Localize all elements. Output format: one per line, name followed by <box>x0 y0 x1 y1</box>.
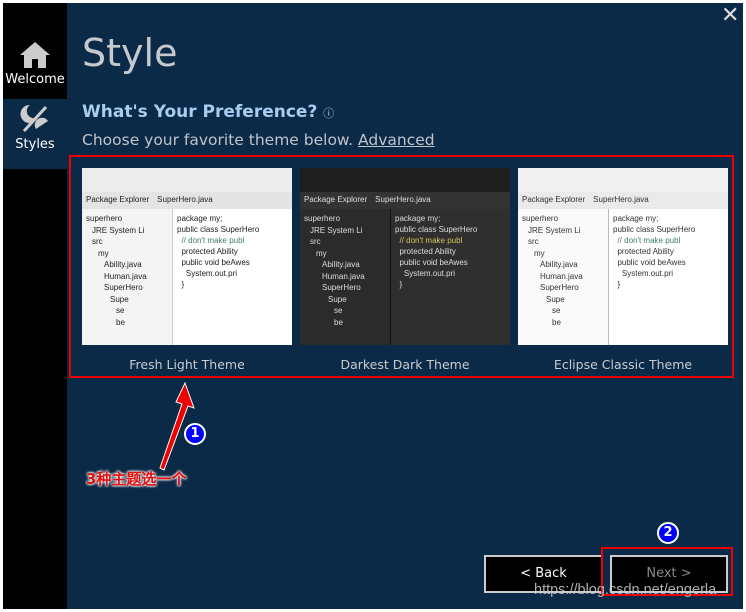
sidebar-item-welcome[interactable]: Welcome <box>3 38 67 102</box>
page-title: Style <box>82 31 178 75</box>
heading-text: What's Your Preference? <box>82 102 318 122</box>
annotation-marker-1: 1 <box>184 423 206 445</box>
sidebar-item-label: Welcome <box>5 72 65 87</box>
advanced-link[interactable]: Advanced <box>358 131 435 149</box>
sidebar-item-styles[interactable]: Styles <box>3 99 67 169</box>
annotation-themes-box <box>69 155 734 378</box>
subtitle-text: Choose your favorite theme below. <box>82 131 354 149</box>
annotation-note: 3种主题选一个 <box>86 470 187 488</box>
watermark: https://blog.csdn.net/engerla <box>534 582 717 598</box>
sidebar: Welcome Styles <box>3 3 67 609</box>
info-icon[interactable]: ⓘ <box>323 107 334 120</box>
annotation-marker-2: 2 <box>657 522 679 544</box>
close-icon[interactable]: ✕ <box>721 3 739 28</box>
subtitle: Choose your favorite theme below. Advanc… <box>82 131 435 149</box>
home-icon <box>20 42 50 68</box>
sidebar-item-label: Styles <box>15 137 55 152</box>
theme-icon <box>20 104 48 133</box>
section-heading: What's Your Preference? ⓘ <box>82 102 334 122</box>
